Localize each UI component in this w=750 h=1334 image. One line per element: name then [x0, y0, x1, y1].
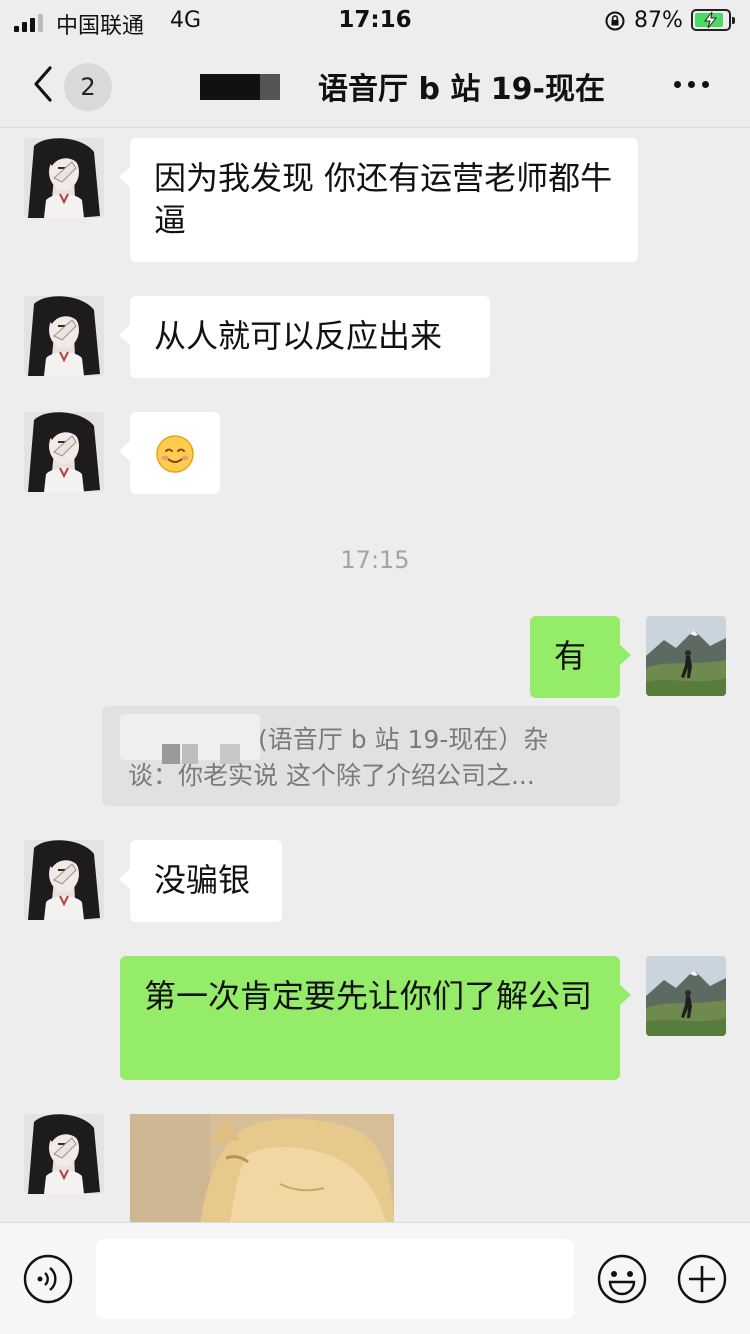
chevron-left-icon[interactable] — [30, 64, 56, 104]
smiling-face-emoji — [156, 435, 194, 473]
my-avatar[interactable] — [646, 956, 726, 1036]
redacted-name-block — [260, 74, 280, 100]
plus-icon[interactable] — [676, 1253, 728, 1305]
avatar[interactable] — [24, 138, 104, 218]
input-bar — [0, 1222, 750, 1334]
my-avatar[interactable] — [646, 616, 726, 696]
cat-photo — [130, 1114, 394, 1224]
incoming-message-bubble[interactable]: 没骗银 — [119, 840, 282, 922]
more-dots-icon[interactable] — [674, 81, 709, 88]
avatar[interactable] — [24, 296, 104, 376]
avatar[interactable] — [24, 1114, 104, 1194]
time-divider: 17:15 — [340, 546, 410, 574]
chat-title: 语音厅 b 站 19-现在 — [318, 72, 606, 107]
message-input[interactable] — [96, 1239, 574, 1319]
emoji-icon[interactable] — [596, 1253, 648, 1305]
unread-count-badge[interactable]: 2 — [64, 63, 112, 111]
avatar[interactable] — [24, 412, 104, 492]
image-message[interactable] — [130, 1114, 394, 1224]
orientation-lock-icon — [605, 11, 625, 31]
battery-percent: 87% — [634, 8, 683, 33]
incoming-message-bubble[interactable]: 因为我发现 你还有运营老师都牛逼 — [119, 138, 638, 262]
avatar[interactable] — [24, 840, 104, 920]
outgoing-message-bubble[interactable]: 第一次肯定要先让你们了解公司 — [120, 956, 631, 1080]
charging-bolt-icon — [703, 11, 718, 29]
battery-icon — [691, 9, 735, 31]
outgoing-message-bubble[interactable]: 有 — [530, 616, 631, 698]
incoming-message-bubble[interactable]: 从人就可以反应出来 — [119, 296, 490, 378]
blurred-sender-name — [120, 714, 260, 764]
quoted-message[interactable]: (语音厅 b 站 19-现在）杂 谈：你老实说 这个除了介绍公司之... — [102, 706, 620, 806]
status-bar: 中国联通 4G 17:16 87% — [0, 0, 750, 42]
chat-header: 2 语音厅 b 站 19-现在 — [0, 42, 750, 128]
incoming-emoji-bubble[interactable] — [119, 412, 220, 494]
voice-icon[interactable] — [22, 1253, 74, 1305]
